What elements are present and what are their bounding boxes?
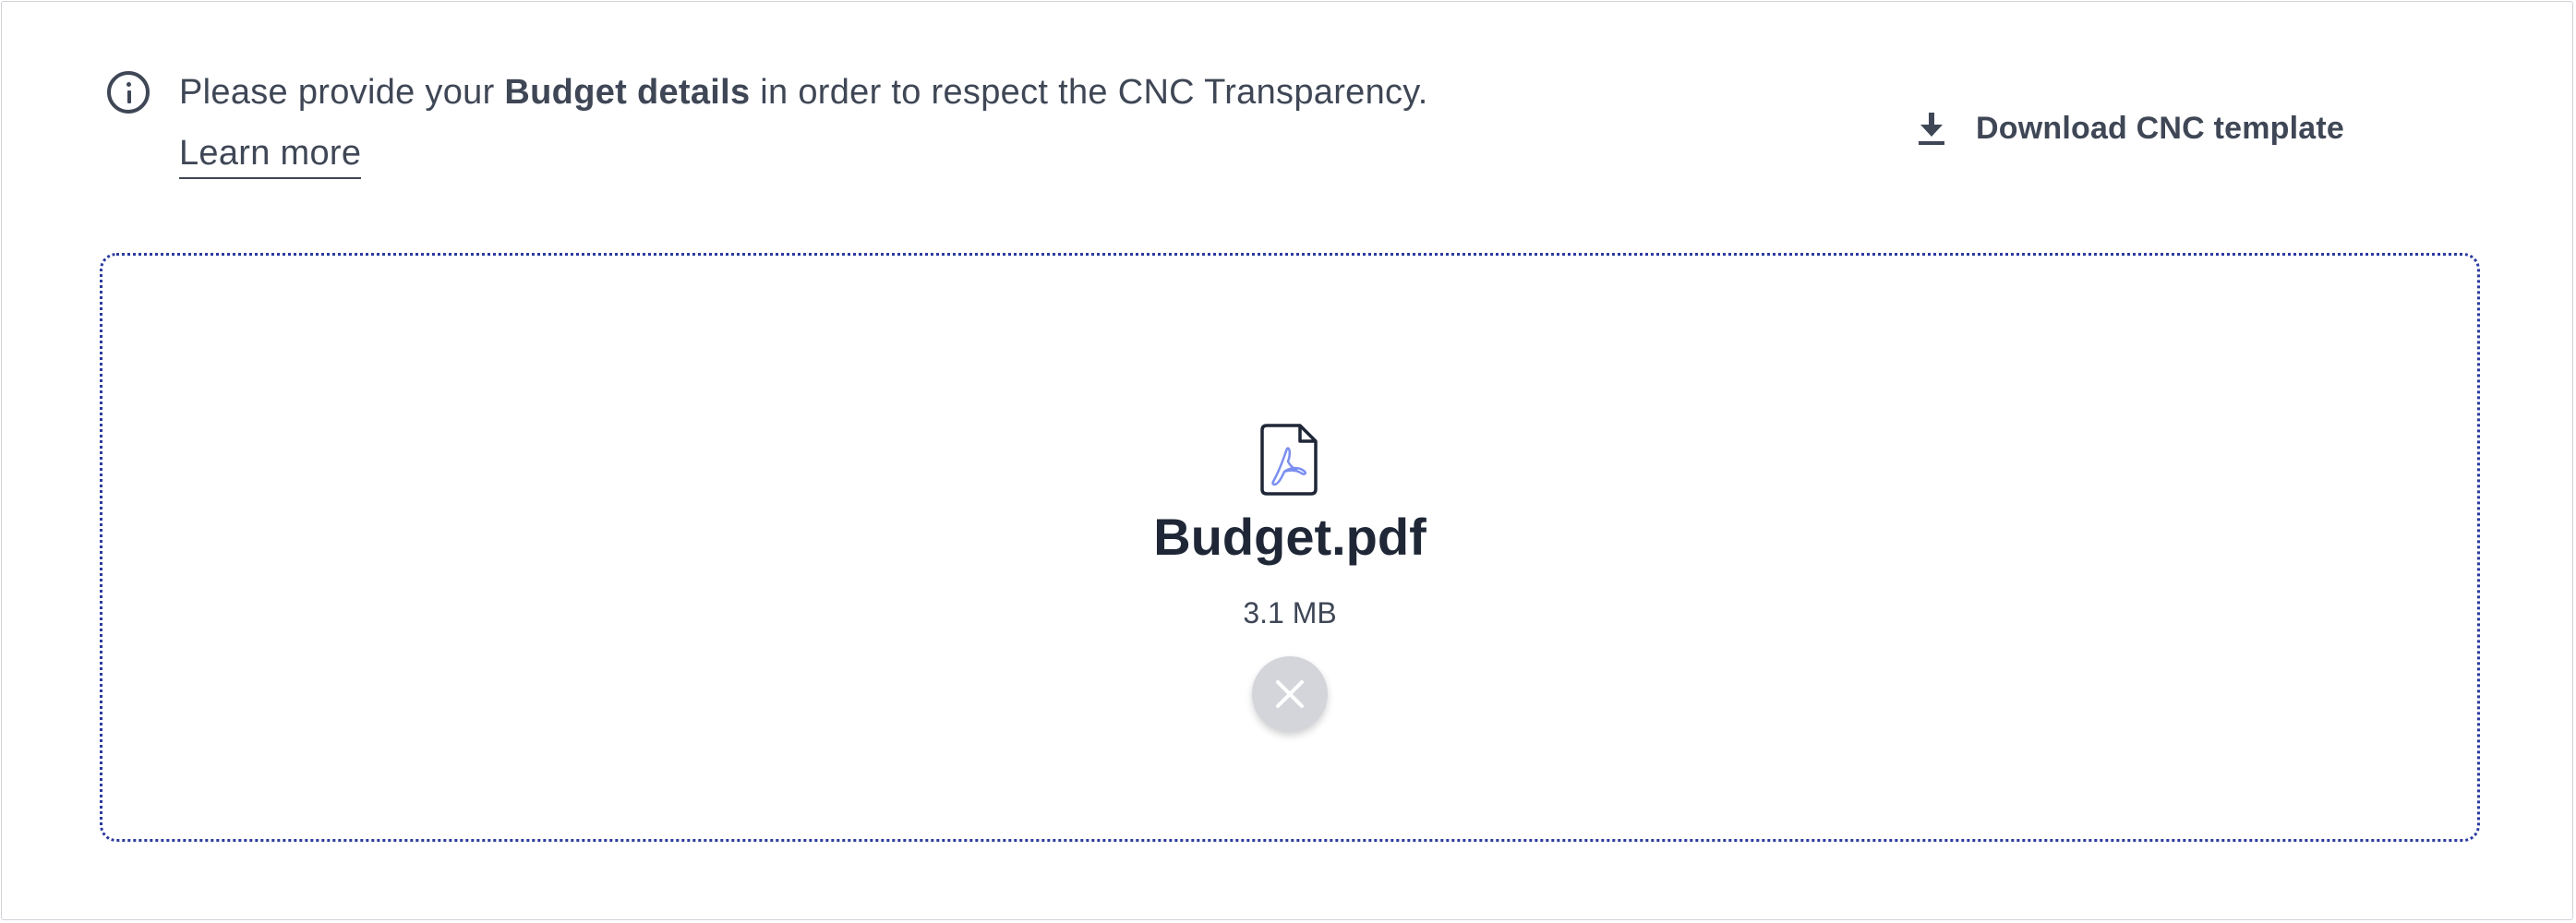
notice-text-before: Please provide your (179, 73, 505, 112)
download-template-label: Download CNC template (1976, 110, 2345, 146)
notice-text-bold: Budget details (504, 73, 751, 112)
budget-notice: Please provide your Budget details in or… (179, 66, 1428, 118)
budget-upload-panel: Please provide your Budget details in or… (1, 1, 2573, 920)
file-name: Budget.pdf (1153, 508, 1426, 566)
info-icon (107, 71, 150, 114)
download-template-button[interactable]: Download CNC template (1911, 103, 2344, 153)
pdf-file-icon (1260, 424, 1318, 496)
download-icon (1919, 113, 1944, 145)
notice-text-after: in order to respect the CNC Transparency… (750, 73, 1428, 112)
learn-more-link[interactable]: Learn more (179, 129, 362, 179)
close-icon (1276, 680, 1304, 708)
file-size: 3.1 MB (1243, 596, 1337, 629)
remove-file-button[interactable] (1252, 656, 1328, 732)
